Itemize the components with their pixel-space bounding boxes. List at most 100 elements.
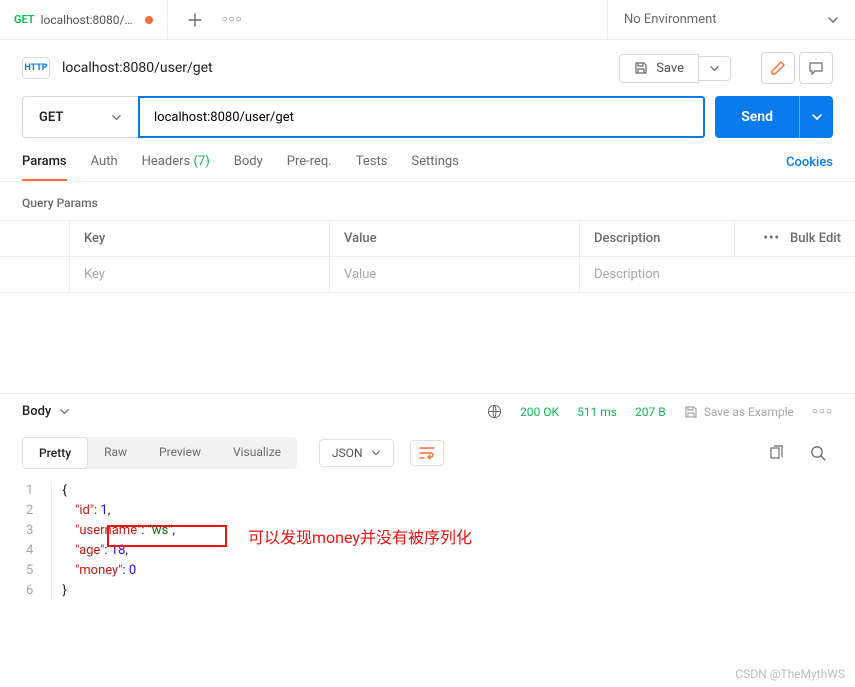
watermark: CSDN @TheMythWS [735, 667, 845, 681]
annotation-text: 可以发现money并没有被序列化 [248, 524, 472, 548]
tab-tests[interactable]: Tests [356, 154, 388, 181]
bulk-edit-link[interactable]: Bulk Edit [790, 231, 841, 246]
comment-icon [808, 60, 824, 76]
key-input[interactable]: Key [70, 257, 330, 292]
status-code[interactable]: 200 OK [520, 405, 559, 419]
send-button[interactable]: Send [715, 96, 799, 138]
wrap-icon [419, 446, 435, 460]
response-size[interactable]: 207 B [635, 405, 666, 419]
tab-bar: GET localhost:8080/user/get ○○○ No Envir… [0, 0, 855, 40]
new-tab-button[interactable] [188, 13, 202, 27]
view-preview[interactable]: Preview [143, 437, 217, 469]
line-number: 4 [22, 541, 37, 561]
code-line: "username": "ws", [62, 521, 175, 541]
row-checkbox[interactable] [0, 257, 70, 292]
save-button[interactable]: Save [619, 54, 699, 83]
response-more-button[interactable]: ○○○ [812, 406, 833, 417]
url-input[interactable] [138, 96, 705, 138]
chevron-down-icon [111, 112, 122, 123]
value-input[interactable]: Value [330, 257, 580, 292]
format-select[interactable]: JSON [319, 439, 394, 467]
http-badge-icon: HTTP [22, 57, 50, 79]
query-params-table: Key Value Description ••• Bulk Edit Key … [0, 220, 855, 293]
table-row[interactable]: Key Value Description [0, 257, 855, 292]
plus-icon [188, 13, 202, 27]
chevron-down-icon [709, 63, 720, 74]
line-number: 1 [22, 481, 37, 501]
tab-actions: ○○○ [168, 13, 243, 27]
cookies-link[interactable]: Cookies [786, 155, 833, 180]
save-icon [634, 61, 648, 75]
tab-auth[interactable]: Auth [91, 154, 118, 181]
tab-headers[interactable]: Headers (7) [142, 154, 210, 181]
tab-overflow-button[interactable]: ○○○ [222, 14, 243, 25]
save-as-example-button[interactable]: Save as Example [684, 405, 794, 419]
unsaved-dot-icon [145, 16, 153, 24]
globe-icon [487, 404, 502, 419]
send-group: Send [715, 96, 833, 138]
chevron-down-icon [811, 111, 823, 123]
view-raw[interactable]: Raw [88, 437, 143, 469]
line-number: 6 [22, 581, 37, 601]
response-time[interactable]: 511 ms [577, 405, 617, 419]
more-columns-button[interactable]: ••• [763, 231, 780, 246]
search-response-button[interactable] [810, 445, 827, 462]
tab-title: localhost:8080/user/get [41, 13, 139, 27]
code-line: "money": 0 [62, 561, 175, 581]
code-line: "id": 1, [62, 501, 175, 521]
line-gutter: 1 2 3 4 5 6 [22, 481, 52, 601]
save-example-label: Save as Example [704, 405, 794, 419]
edit-button[interactable] [761, 52, 795, 84]
query-params-title: Query Params [0, 182, 855, 220]
col-key: Key [70, 221, 330, 256]
save-group: Save [619, 54, 731, 83]
line-number: 2 [22, 501, 37, 521]
col-checkbox [0, 221, 70, 256]
code-line: } [62, 581, 175, 601]
tab-prereq[interactable]: Pre-req. [287, 154, 332, 181]
title-bar: HTTP localhost:8080/user/get Save [0, 40, 855, 96]
response-tab-label: Body [22, 404, 51, 419]
tab-method-label: GET [14, 13, 35, 26]
chevron-down-icon [371, 448, 381, 458]
code-line: { [62, 481, 175, 501]
format-label: JSON [332, 446, 363, 460]
view-tab-group: Pretty Raw Preview Visualize [22, 437, 297, 469]
save-options-button[interactable] [699, 56, 731, 81]
tab-params[interactable]: Params [22, 154, 67, 181]
method-select[interactable]: GET [22, 96, 138, 138]
col-value: Value [330, 221, 580, 256]
description-input[interactable]: Description [580, 257, 855, 292]
method-label: GET [39, 110, 63, 125]
line-number: 3 [22, 521, 37, 541]
request-name[interactable]: localhost:8080/user/get [62, 60, 213, 76]
search-icon [810, 445, 827, 462]
request-tab[interactable]: GET localhost:8080/user/get [0, 0, 168, 39]
tab-body[interactable]: Body [234, 154, 263, 181]
copy-response-button[interactable] [768, 445, 784, 461]
chevron-down-icon [827, 14, 839, 26]
tab-settings[interactable]: Settings [411, 154, 458, 181]
response-header: Body 200 OK 511 ms 207 B Save as Example… [0, 393, 855, 429]
copy-icon [768, 445, 784, 461]
environment-label: No Environment [624, 12, 717, 27]
chevron-down-icon [59, 406, 70, 417]
response-tab-body[interactable]: Body [22, 404, 70, 419]
wrap-lines-button[interactable] [410, 440, 444, 466]
code-line: "age": 18, [62, 541, 175, 561]
table-header-row: Key Value Description ••• Bulk Edit [0, 221, 855, 257]
response-view-tabs: Pretty Raw Preview Visualize JSON [0, 429, 855, 477]
request-tabs: Params Auth Headers (7) Body Pre-req. Te… [0, 138, 855, 182]
col-actions: ••• Bulk Edit [735, 221, 855, 256]
save-icon [684, 405, 698, 419]
view-pretty[interactable]: Pretty [22, 437, 88, 469]
view-visualize[interactable]: Visualize [217, 437, 297, 469]
network-icon[interactable] [487, 404, 502, 419]
save-label: Save [656, 61, 684, 76]
environment-select[interactable]: No Environment [607, 0, 855, 39]
send-options-button[interactable] [799, 96, 833, 138]
pencil-icon [770, 60, 786, 76]
headers-count: (7) [193, 154, 209, 169]
response-meta: 200 OK 511 ms 207 B Save as Example ○○○ [487, 404, 833, 419]
comments-button[interactable] [799, 52, 833, 84]
